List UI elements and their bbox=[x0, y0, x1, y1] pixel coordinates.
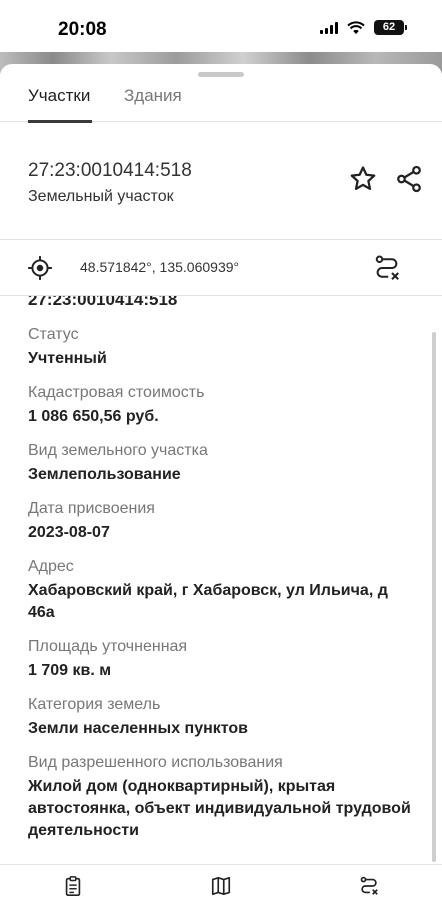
map-icon bbox=[211, 876, 231, 896]
coordinates-row: 48.571842°, 135.060939° bbox=[0, 240, 442, 296]
tab-buildings[interactable]: Здания bbox=[124, 86, 182, 122]
field-label: Адрес bbox=[28, 558, 74, 575]
status-bar: 20:08 62 bbox=[0, 0, 442, 52]
nav-map-button[interactable] bbox=[208, 873, 234, 899]
field-value: 1 709 кв. м bbox=[28, 662, 112, 679]
field-value: Землепользование bbox=[28, 466, 181, 483]
field-value: 2023-08-07 bbox=[28, 524, 110, 541]
bottom-nav bbox=[0, 864, 442, 900]
field-label: Категория земель bbox=[28, 696, 161, 713]
field-label: Дата присвоения bbox=[28, 500, 155, 517]
field-cadastral-value: Кадастровая стоимость 1 086 650,56 руб. bbox=[28, 382, 418, 428]
tab-bar: Участки Здания bbox=[0, 82, 442, 123]
tab-parcels[interactable]: Участки bbox=[28, 86, 93, 123]
field-value: Земли населенных пунктов bbox=[28, 720, 249, 737]
battery-indicator: 62 bbox=[374, 20, 407, 35]
field-label: Вид земельного участка bbox=[28, 442, 208, 459]
field-value: Жилой дом (одноквартирный), крытая автос… bbox=[28, 778, 411, 839]
clipboard-icon bbox=[65, 876, 81, 896]
locate-button[interactable] bbox=[26, 254, 54, 282]
field-address: Адрес Хабаровский край, г Хабаровск, ул … bbox=[28, 556, 418, 624]
field-status: Статус Учтенный bbox=[28, 324, 418, 370]
route-icon bbox=[360, 876, 378, 895]
nav-list-button[interactable] bbox=[60, 873, 86, 899]
field-land-category: Категория земель Земли населенных пункто… bbox=[28, 694, 418, 740]
field-value: 1 086 650,56 руб. bbox=[28, 408, 159, 425]
field-assigned-date: Дата присвоения 2023-08-07 bbox=[28, 498, 418, 544]
star-icon bbox=[350, 166, 376, 190]
field-value: Учтенный bbox=[28, 350, 107, 367]
field-area: Площадь уточненная 1 709 кв. м bbox=[28, 636, 418, 682]
field-label: Кадастровая стоимость bbox=[28, 384, 205, 401]
share-icon bbox=[397, 165, 421, 193]
details-list: Статус Учтенный Кадастровая стоимость 1 … bbox=[28, 324, 418, 854]
field-parcel-kind: Вид земельного участка Землепользование bbox=[28, 440, 418, 486]
favorite-button[interactable] bbox=[346, 162, 380, 196]
sheet-drag-handle[interactable] bbox=[198, 72, 244, 77]
details-panel[interactable]: 27:23:0010414:518 Статус Учтенный Кадаст… bbox=[0, 296, 442, 864]
scrollbar[interactable] bbox=[432, 332, 436, 862]
field-label: Статус bbox=[28, 326, 79, 343]
share-button[interactable] bbox=[392, 162, 426, 196]
field-label: Площадь уточненная bbox=[28, 638, 188, 655]
coordinates-text: 48.571842°, 135.060939° bbox=[80, 259, 240, 275]
status-time: 20:08 bbox=[58, 19, 107, 40]
object-header: 27:23:0010414:518 Земельный участок bbox=[0, 122, 442, 240]
field-permitted-use: Вид разрешенного использования Жилой дом… bbox=[28, 752, 418, 842]
status-icons: 62 bbox=[320, 20, 407, 35]
field-value: Хабаровский край, г Хабаровск, ул Ильича… bbox=[28, 582, 388, 621]
cellular-signal-icon bbox=[320, 21, 338, 34]
route-icon bbox=[375, 255, 399, 280]
field-label: Вид разрешенного использования bbox=[28, 754, 283, 771]
route-button[interactable] bbox=[370, 252, 404, 284]
bottom-sheet: Участки Здания 27:23:0010414:518 Земельн… bbox=[0, 64, 442, 900]
crosshair-icon bbox=[28, 256, 52, 280]
cadastral-number: 27:23:0010414:518 bbox=[28, 160, 192, 181]
wifi-icon bbox=[347, 20, 365, 34]
detail-cadastral-number: 27:23:0010414:518 bbox=[28, 296, 178, 309]
nav-routes-button[interactable] bbox=[356, 873, 382, 899]
object-type: Земельный участок bbox=[28, 188, 174, 205]
